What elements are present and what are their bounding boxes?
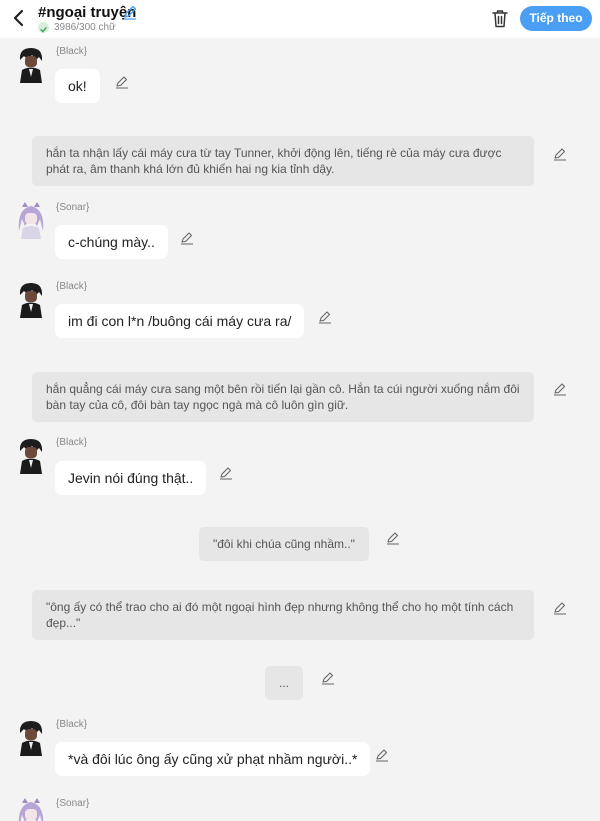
top-bar: #ngoại truyện 3986/300 chữ Tiếp theo xyxy=(0,0,600,38)
speaker-name: {Black} xyxy=(56,719,88,730)
dialogue-bubble[interactable]: Jevin nói đúng thật.. xyxy=(55,461,207,495)
edit-pencil-icon[interactable] xyxy=(553,147,567,161)
edit-pencil-icon[interactable] xyxy=(219,466,233,480)
black-character-avatar xyxy=(16,718,46,756)
check-icon xyxy=(38,22,49,33)
edit-title-pencil-icon[interactable] xyxy=(122,4,138,20)
edit-pencil-icon[interactable] xyxy=(318,310,332,324)
speaker-name: {Black} xyxy=(56,437,88,448)
black-character-avatar xyxy=(16,280,46,318)
edit-pencil-icon[interactable] xyxy=(180,231,194,245)
back-arrow-icon[interactable] xyxy=(10,8,28,28)
centered-text-bubble[interactable]: ... xyxy=(265,666,304,700)
narration-block[interactable]: "ông ấy có thể trao cho ai đó một ngoại … xyxy=(32,590,534,640)
sonar-character-avatar xyxy=(16,201,46,239)
edit-pencil-icon[interactable] xyxy=(115,75,129,89)
edit-pencil-icon[interactable] xyxy=(553,601,567,615)
dialogue-bubble[interactable]: c-chúng mày.. xyxy=(55,225,168,259)
edit-pencil-icon[interactable] xyxy=(321,671,335,685)
dialogue-bubble[interactable]: ok! xyxy=(55,69,100,103)
black-character-avatar xyxy=(16,436,46,474)
speaker-name: {Black} xyxy=(56,46,88,57)
speaker-name: {Sonar} xyxy=(56,202,90,213)
black-character-avatar xyxy=(16,45,46,83)
speaker-name: {Sonar} xyxy=(56,798,90,809)
narration-block[interactable]: hắn ta nhận lấy cái máy cưa từ tay Tunne… xyxy=(32,136,534,186)
next-button[interactable]: Tiếp theo xyxy=(520,6,592,31)
word-count: 3986/300 chữ xyxy=(54,22,116,33)
dialogue-bubble[interactable]: *và đôi lúc ông ấy cũng xử phạt nhầm ngư… xyxy=(55,742,371,776)
speaker-name: {Black} xyxy=(56,281,88,292)
edit-pencil-icon[interactable] xyxy=(386,531,400,545)
sonar-character-avatar xyxy=(16,797,46,821)
edit-pencil-icon[interactable] xyxy=(553,382,567,396)
trash-icon[interactable] xyxy=(491,9,509,28)
edit-pencil-icon[interactable] xyxy=(375,748,389,762)
centered-text-bubble[interactable]: "đôi khi chúa cũng nhầm.." xyxy=(199,527,369,561)
dialogue-bubble[interactable]: im đi con l*n /buông cái máy cưa ra/ xyxy=(55,304,305,338)
narration-block[interactable]: hắn quẳng cái máy cưa sang một bên rồi t… xyxy=(32,372,534,422)
